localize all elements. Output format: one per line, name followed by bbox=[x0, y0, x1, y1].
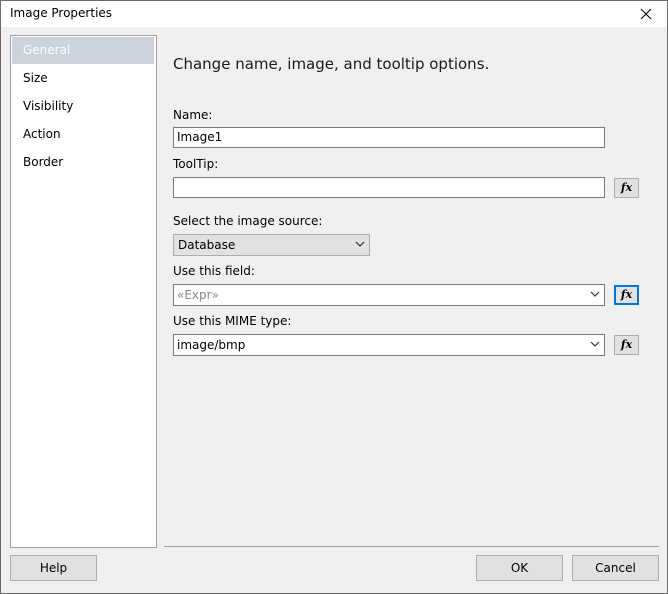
chevron-down-icon bbox=[590, 291, 600, 297]
field-label: Use this field: bbox=[173, 264, 255, 278]
tooltip-label: ToolTip: bbox=[173, 157, 219, 171]
sidebar-item-border[interactable]: Border bbox=[12, 149, 154, 176]
field-select[interactable]: «Expr» bbox=[173, 284, 605, 306]
help-button[interactable]: Help bbox=[10, 555, 97, 581]
field-value: «Expr» bbox=[177, 288, 219, 302]
field-expression-button[interactable]: fx bbox=[614, 285, 639, 305]
page-heading: Change name, image, and tooltip options. bbox=[173, 55, 490, 73]
footer-divider bbox=[164, 546, 659, 547]
image-source-value: Database bbox=[178, 238, 236, 252]
mime-label: Use this MIME type: bbox=[173, 314, 292, 328]
sidebar-item-action[interactable]: Action bbox=[12, 121, 154, 148]
close-button[interactable] bbox=[629, 1, 663, 27]
sidebar-item-visibility[interactable]: Visibility bbox=[12, 93, 154, 120]
cancel-button[interactable]: Cancel bbox=[572, 555, 659, 581]
mime-value: image/bmp bbox=[177, 338, 246, 352]
sidebar-item-size[interactable]: Size bbox=[12, 65, 154, 92]
tooltip-expression-button[interactable]: fx bbox=[614, 178, 639, 198]
image-source-select[interactable]: Database bbox=[173, 234, 370, 256]
fx-icon: fx bbox=[620, 181, 633, 194]
image-properties-dialog: Image Properties General Size Visibility… bbox=[0, 0, 668, 594]
tooltip-field[interactable] bbox=[173, 177, 605, 198]
name-label: Name: bbox=[173, 108, 213, 122]
image-source-label: Select the image source: bbox=[173, 214, 323, 228]
mime-expression-button[interactable]: fx bbox=[614, 335, 639, 355]
sidebar: General Size Visibility Action Border bbox=[10, 35, 157, 548]
fx-icon: fx bbox=[620, 288, 633, 301]
close-icon bbox=[640, 8, 652, 20]
fx-icon: fx bbox=[620, 338, 633, 351]
title-bar: Image Properties bbox=[1, 1, 667, 27]
window-title: Image Properties bbox=[10, 6, 113, 20]
mime-select[interactable]: image/bmp bbox=[173, 334, 605, 356]
name-field[interactable]: Image1 bbox=[173, 127, 605, 148]
sidebar-item-general[interactable]: General bbox=[12, 37, 154, 64]
chevron-down-icon bbox=[590, 341, 600, 347]
chevron-down-icon bbox=[355, 241, 365, 247]
ok-button[interactable]: OK bbox=[476, 555, 563, 581]
